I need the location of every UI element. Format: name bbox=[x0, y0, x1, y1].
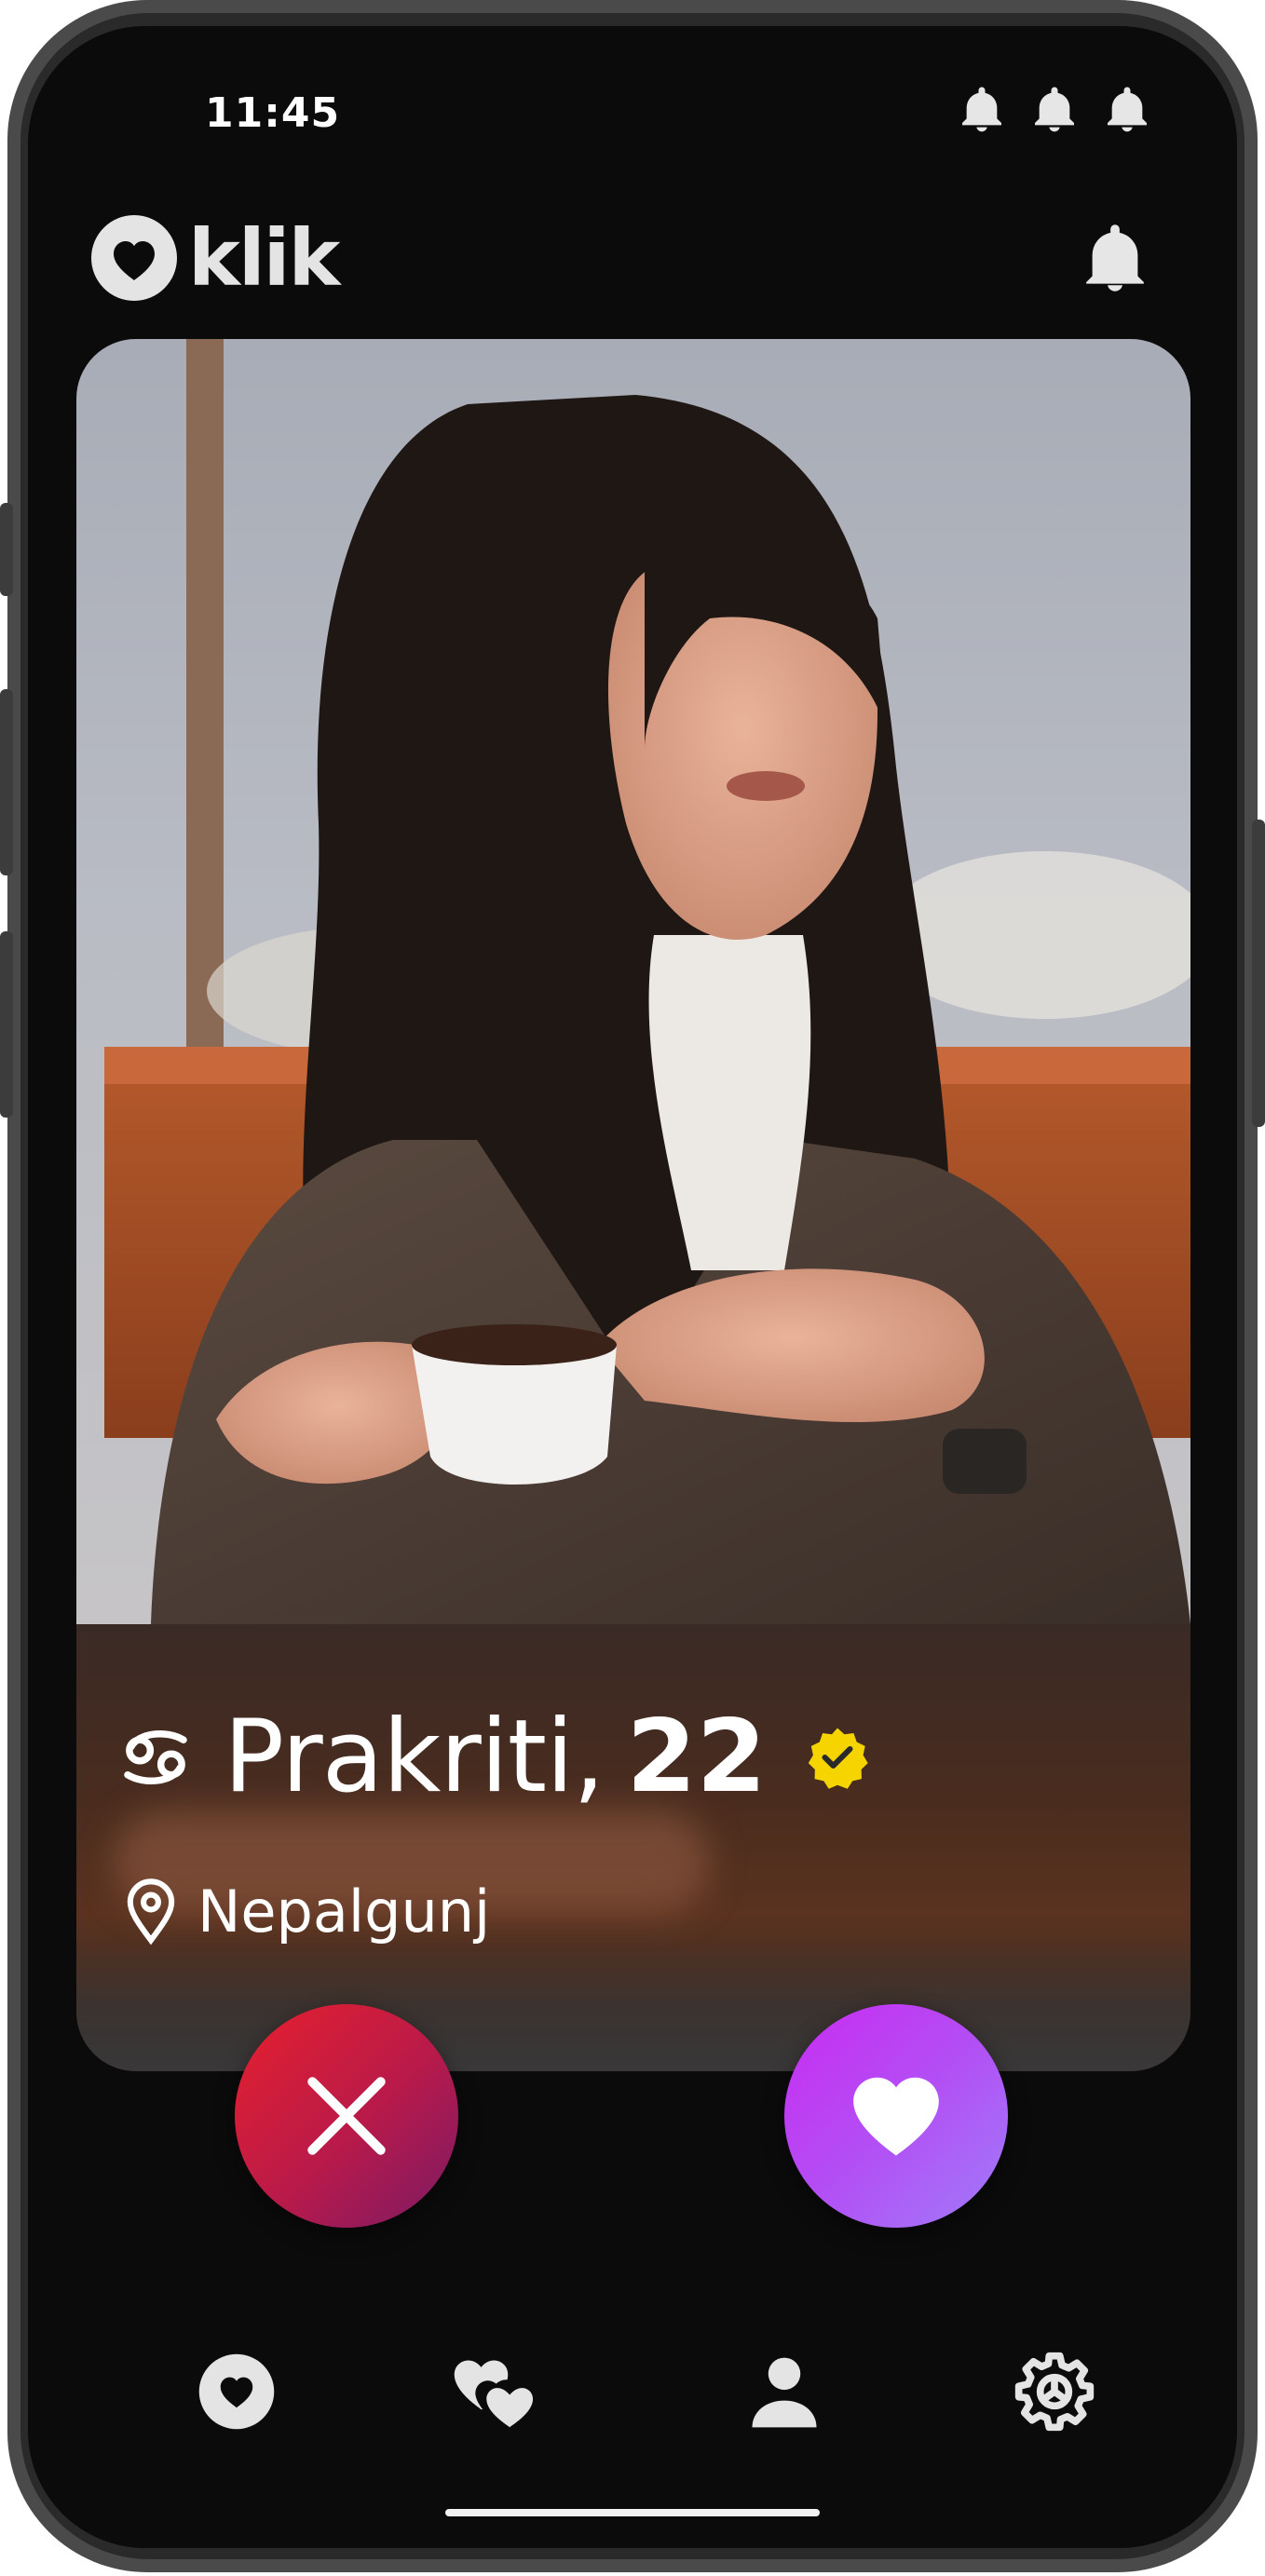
reject-button[interactable] bbox=[235, 2004, 458, 2228]
bottom-nav bbox=[28, 2345, 1237, 2457]
side-button bbox=[0, 503, 13, 596]
app-logo[interactable]: klik bbox=[89, 212, 340, 304]
profile-photo bbox=[76, 339, 1190, 1624]
heart-icon bbox=[853, 2077, 939, 2156]
home-indicator[interactable] bbox=[445, 2509, 820, 2516]
side-button bbox=[0, 689, 13, 875]
status-time: 11:45 bbox=[205, 89, 341, 137]
close-icon bbox=[307, 2077, 386, 2155]
two-hearts-icon bbox=[454, 2360, 534, 2428]
like-button[interactable] bbox=[784, 2004, 1008, 2228]
verified-badge-icon bbox=[808, 1728, 868, 1789]
location-row: Nepalgunj bbox=[125, 1878, 490, 1946]
notification-bell-icon[interactable] bbox=[1079, 218, 1151, 298]
info-backdrop-fade bbox=[76, 1941, 1190, 2071]
heart-circle-icon bbox=[198, 2353, 275, 2430]
map-pin-icon bbox=[127, 1878, 175, 1945]
person-icon bbox=[752, 2357, 817, 2428]
nav-matches[interactable] bbox=[445, 2345, 538, 2438]
side-button bbox=[0, 931, 13, 1118]
profile-age: 22 bbox=[626, 1699, 767, 1815]
status-icons bbox=[956, 84, 1153, 136]
bell-icon bbox=[1108, 87, 1147, 132]
nav-discover[interactable] bbox=[190, 2345, 283, 2438]
profile-name: Prakriti, bbox=[224, 1699, 605, 1815]
cancer-zodiac-icon bbox=[124, 1729, 187, 1784]
app-screen: 11:45 klik Prakriti, 22 Nepalgunj bbox=[28, 26, 1237, 2548]
nav-profile[interactable] bbox=[738, 2345, 831, 2438]
profile-location: Nepalgunj bbox=[197, 1878, 491, 1946]
nav-settings[interactable] bbox=[1008, 2345, 1101, 2438]
side-button bbox=[1252, 820, 1265, 1127]
profile-card[interactable]: Prakriti, 22 Nepalgunj bbox=[76, 339, 1190, 2071]
gear-icon bbox=[1014, 2352, 1095, 2432]
heart-circle-icon bbox=[91, 215, 177, 301]
bell-icon bbox=[962, 87, 1001, 132]
logo-text: klik bbox=[188, 212, 340, 304]
profile-info-panel: Prakriti, 22 Nepalgunj bbox=[76, 1624, 1190, 2071]
name-row: Prakriti, 22 bbox=[114, 1699, 871, 1815]
bell-icon bbox=[1035, 87, 1074, 132]
